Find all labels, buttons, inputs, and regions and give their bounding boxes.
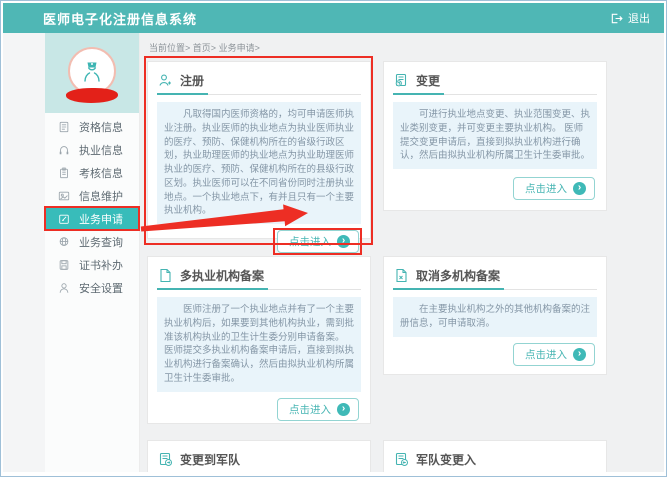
app-window: 医师电子化注册信息系统 退出 [0,0,667,477]
edit-square-icon [58,213,70,225]
chevron-right-icon: › [573,348,586,361]
certificate-icon [58,259,70,271]
sidebar-item-info-maintenance[interactable]: 信息维护 [45,184,139,207]
sidebar-item-service-application[interactable]: 业务申请 [45,207,139,230]
app-header: 医师电子化注册信息系统 退出 [3,3,664,33]
doc-in-icon [394,452,409,467]
card-description: 凡取得国内医师资格的，均可申请医师执业注册。执业医师的执业地点为执业医师执业的医… [157,102,361,224]
logout-label: 退出 [628,10,650,26]
card-change: 变更 可进行执业地点变更、执业范围变更、执业类别变更，并可变更主要执业机构。 医… [383,61,607,211]
page-body: 资格信息 执业信息 考核信息 信息维护 [3,33,664,472]
card-title: 军队变更入 [416,451,476,468]
breadcrumb-prefix: 当前位置> [149,43,190,53]
globe-icon [58,236,70,248]
sidebar-item-qualification-info[interactable]: 资格信息 [45,115,139,138]
enter-button-label: 点击进入 [289,234,331,249]
left-gutter [3,33,45,472]
doc-refresh-icon [394,73,409,88]
doc-cancel-icon [394,268,409,283]
doctor-avatar-icon [77,56,107,86]
doc-fold-icon [158,268,173,283]
breadcrumb-home[interactable]: 首页> [193,43,216,53]
enter-button-change[interactable]: 点击进入 › [513,177,595,200]
user-plus-icon [158,73,173,88]
card-title: 注册 [180,72,204,89]
card-title: 取消多机构备案 [416,267,500,284]
sidebar-item-label: 资格信息 [79,119,123,135]
enter-button-cancel-filing[interactable]: 点击进入 › [513,343,595,366]
doc-out-icon [158,452,173,467]
enter-button-label: 点击进入 [289,402,331,417]
card-title: 多执业机构备案 [180,267,264,284]
card-description: 在主要执业机构之外的其他机构备案的注册信息，可申请取消。 [393,297,597,337]
sidebar-item-assessment-info[interactable]: 考核信息 [45,161,139,184]
exit-icon [610,12,623,25]
sidebar: 资格信息 执业信息 考核信息 信息维护 [45,33,140,472]
sidebar-item-label: 考核信息 [79,165,123,181]
sidebar-item-certificate-reissue[interactable]: 证书补办 [45,253,139,276]
chevron-right-icon: › [337,235,350,248]
redacted-username [66,87,118,104]
sidebar-item-label: 安全设置 [79,280,123,296]
file-text-icon [58,121,70,133]
card-military-transfer-in: 军队变更入 [383,440,607,472]
sidebar-menu: 资格信息 执业信息 考核信息 信息维护 [45,113,139,299]
sidebar-item-label: 业务查询 [79,234,123,250]
card-register: 注册 凡取得国内医师资格的，均可申请医师执业注册。执业医师的执业地点为执业医师执… [147,61,371,239]
sidebar-item-label: 业务申请 [79,211,123,227]
chevron-right-icon: › [337,403,350,416]
app-title: 医师电子化注册信息系统 [43,9,197,28]
chevron-right-icon: › [573,182,586,195]
sidebar-item-security-settings[interactable]: 安全设置 [45,276,139,299]
card-cancel-multi-filing: 取消多机构备案 在主要执业机构之外的其他机构备案的注册信息，可申请取消。 点击进… [383,256,607,375]
user-panel [45,33,139,113]
breadcrumb-current[interactable]: 业务申请> [219,43,260,53]
logout-button[interactable]: 退出 [610,10,650,26]
card-transfer-to-military: 变更到军队 [147,440,371,472]
card-title: 变更 [416,72,440,89]
card-multi-institution-filing: 多执业机构备案 医师注册了一个执业地点并有了一个主要执业机构后，如果要到其他机构… [147,256,371,424]
card-title: 变更到军队 [180,451,240,468]
enter-button-label: 点击进入 [525,181,567,196]
sidebar-item-service-query[interactable]: 业务查询 [45,230,139,253]
enter-button-register[interactable]: 点击进入 › [277,230,359,253]
main-content: 当前位置> 首页> 业务申请> 注册 [140,33,664,472]
image-icon [58,190,70,202]
user-icon [58,282,70,294]
sidebar-item-label: 信息维护 [79,188,123,204]
enter-button-label: 点击进入 [525,347,567,362]
headset-icon [58,144,70,156]
card-description: 医师注册了一个执业地点并有了一个主要执业机构后，如果要到其他机构执业，需到批准该… [157,297,361,392]
clipboard-icon [58,167,70,179]
sidebar-item-practice-info[interactable]: 执业信息 [45,138,139,161]
enter-button-multi-filing[interactable]: 点击进入 › [277,398,359,421]
breadcrumb: 当前位置> 首页> 业务申请> [149,41,664,54]
card-description: 可进行执业地点变更、执业范围变更、执业类别变更，并可变更主要执业机构。 医师提交… [393,102,597,169]
sidebar-item-label: 执业信息 [79,142,123,158]
sidebar-item-label: 证书补办 [79,257,123,273]
